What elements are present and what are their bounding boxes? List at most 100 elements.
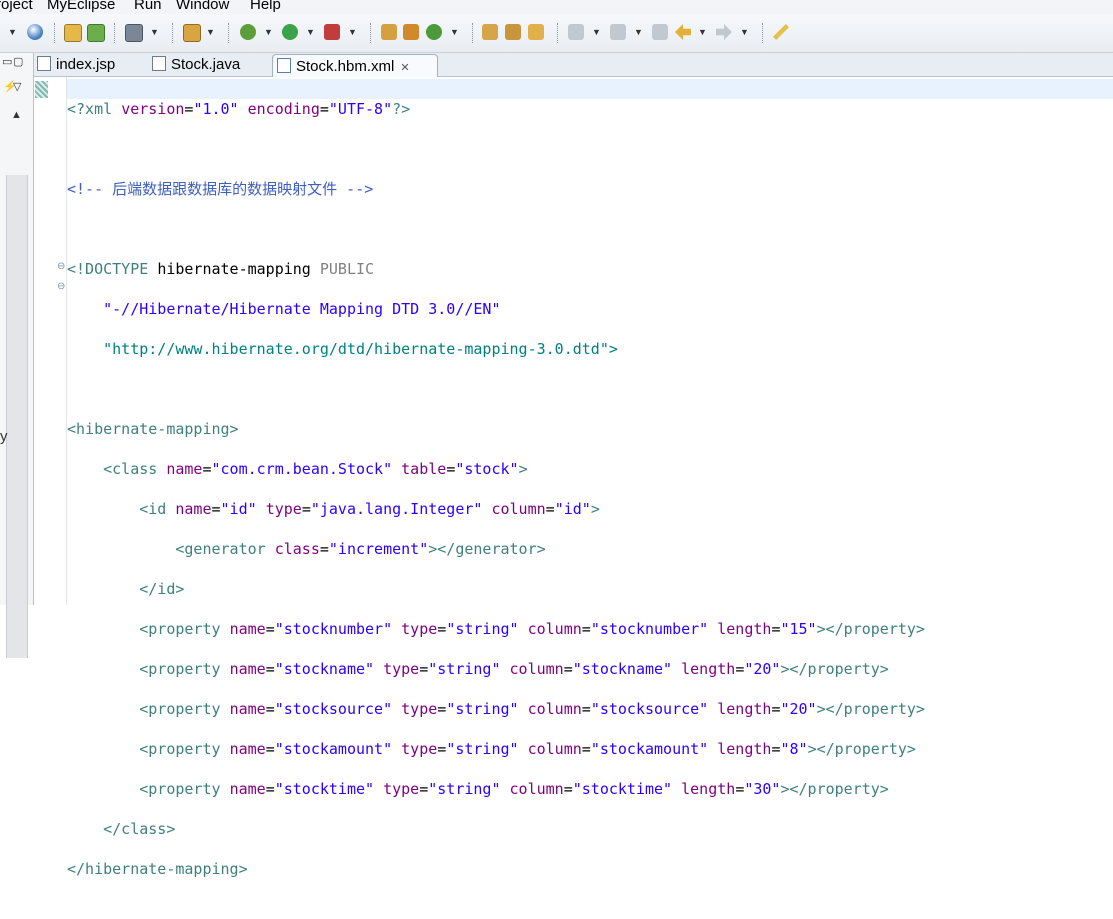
tab-index-jsp[interactable]: index.jsp [37, 53, 115, 76]
attribute-value: "increment" [328, 540, 429, 558]
pencil-edit-icon[interactable] [773, 24, 789, 40]
open-folder-icon[interactable] [64, 24, 82, 42]
menu-help[interactable]: Help [250, 0, 281, 13]
left-scrollbar[interactable] [6, 175, 28, 658]
code-line: <property name="stocktime" type="string"… [139, 780, 889, 798]
previous-annotation-icon[interactable] [610, 24, 626, 40]
console-icon[interactable] [125, 24, 143, 42]
dropdown-arrow-icon[interactable]: ▽ [13, 81, 21, 93]
globe-icon[interactable] [27, 24, 43, 40]
close-icon[interactable]: ✕ [400, 62, 409, 74]
debug-icon[interactable] [240, 24, 256, 40]
scroll-up-icon[interactable]: ▲ [11, 109, 22, 121]
attribute-value: "stocksource" [590, 700, 709, 718]
code-line: <generator class="increment"></generator… [175, 540, 546, 558]
tab-label: Stock.java [171, 56, 241, 73]
code-text[interactable]: <?xml version="1.0" encoding="UTF-8"?> <… [67, 79, 925, 919]
class-open-tag: <class [103, 460, 167, 478]
attribute-value: "1.0" [193, 100, 239, 118]
menu-bar: Project MyEclipse Run Window Help [0, 0, 1113, 14]
dropdown-arrow-icon[interactable]: ▼ [348, 25, 357, 39]
menu-project[interactable]: Project [0, 0, 33, 13]
attribute-value: "UTF-8" [328, 100, 393, 118]
code-line: <!DOCTYPE hibernate-mapping PUBLIC [67, 259, 925, 279]
fold-collapse-icon[interactable]: ⊖ [57, 281, 65, 292]
dtd-public-id: "-//Hibernate/Hibernate Mapping DTD 3.0/… [103, 300, 501, 318]
toolbar-separator [172, 23, 174, 43]
last-edit-icon[interactable] [652, 24, 668, 40]
dropdown-arrow-icon[interactable]: ▼ [8, 25, 17, 39]
minimize-icon[interactable]: ▭ [2, 56, 12, 68]
toolbar-separator [370, 23, 372, 43]
dropdown-arrow-icon[interactable]: ▼ [740, 25, 749, 39]
editor-tab-bar: index.jsp Stock.java Stock.hbm.xml ✕ [34, 53, 1113, 78]
editor-ruler: ⊖ ⊖ [34, 77, 67, 605]
attribute-value: "8" [780, 740, 808, 758]
tab-stock-hbm-xml[interactable]: Stock.hbm.xml ✕ [272, 54, 438, 78]
property-open-tag: <property [139, 780, 230, 798]
external-tools-icon[interactable] [324, 24, 340, 40]
current-line-marker [35, 81, 48, 98]
attribute-name: table [401, 460, 447, 478]
new-project-icon[interactable] [87, 24, 105, 42]
package-icon[interactable] [403, 24, 419, 40]
menu-window[interactable]: Window [176, 0, 229, 13]
code-line: </id> [67, 579, 925, 599]
new-wizard-icon[interactable] [183, 24, 201, 42]
attribute-value: "java.lang.Integer" [310, 500, 483, 518]
pencil-icon[interactable] [505, 24, 521, 40]
dropdown-arrow-icon[interactable]: ▼ [450, 25, 459, 39]
attribute-name: name [229, 780, 266, 798]
tab-label: index.jsp [56, 56, 116, 73]
attribute-name: type [265, 500, 302, 518]
hibernate-mapping-open-tag: <hibernate-mapping> [67, 420, 239, 438]
code-line: "-//Hibernate/Hibernate Mapping DTD 3.0/… [67, 299, 925, 319]
code-line: <property name="stocksource" type="strin… [139, 700, 925, 718]
dropdown-arrow-icon[interactable]: ▼ [150, 25, 159, 39]
attribute-name: type [401, 700, 438, 718]
toolbar-separator [228, 23, 230, 43]
dropdown-arrow-icon[interactable]: ▼ [306, 25, 315, 39]
xml-editor[interactable]: ⊖ ⊖ <?xml version="1.0" encoding="UTF-8"… [34, 77, 1113, 878]
attribute-name: length [681, 780, 736, 798]
attribute-value: "string" [428, 780, 501, 798]
dropdown-arrow-icon[interactable]: ▼ [698, 25, 707, 39]
fold-collapse-icon[interactable]: ⊖ [57, 261, 65, 272]
next-annotation-icon[interactable] [568, 24, 584, 40]
attribute-name: length [681, 660, 736, 678]
property-open-tag: <property [139, 660, 230, 678]
forward-arrow-icon[interactable] [716, 24, 732, 40]
run-icon[interactable] [282, 24, 298, 40]
attribute-value: "id" [554, 500, 591, 518]
folder-icon[interactable] [528, 24, 544, 40]
open-resource-icon[interactable] [482, 24, 498, 40]
attribute-name: column [527, 740, 582, 758]
truncated-text: y [0, 428, 8, 445]
dropdown-arrow-icon[interactable]: ▼ [206, 25, 215, 39]
jsp-file-icon [37, 56, 51, 71]
generator-open-tag: <generator [175, 540, 275, 558]
refresh-icon[interactable] [426, 24, 442, 40]
menu-run[interactable]: Run [134, 0, 162, 13]
dropdown-arrow-icon[interactable]: ▼ [592, 25, 601, 39]
dropdown-arrow-icon[interactable]: ▼ [634, 25, 643, 39]
attribute-name: length [717, 740, 772, 758]
doctype-open: <!DOCTYPE [67, 260, 158, 278]
back-arrow-icon[interactable] [675, 24, 691, 40]
code-line: "http://www.hibernate.org/dtd/hibernate-… [67, 339, 925, 359]
open-type-icon[interactable] [381, 24, 397, 40]
attribute-value: "15" [780, 620, 817, 638]
attribute-value: "stockname" [274, 660, 375, 678]
tab-stock-java[interactable]: Stock.java [152, 53, 240, 76]
menu-myeclipse[interactable]: MyEclipse [47, 0, 115, 13]
maximize-icon[interactable]: ▢ [13, 56, 23, 68]
attribute-value: "30" [744, 780, 781, 798]
attribute-value: "stocksource" [274, 700, 393, 718]
dropdown-arrow-icon[interactable]: ▼ [264, 25, 273, 39]
property-open-tag: <property [139, 700, 230, 718]
code-line: </class> [67, 819, 925, 839]
